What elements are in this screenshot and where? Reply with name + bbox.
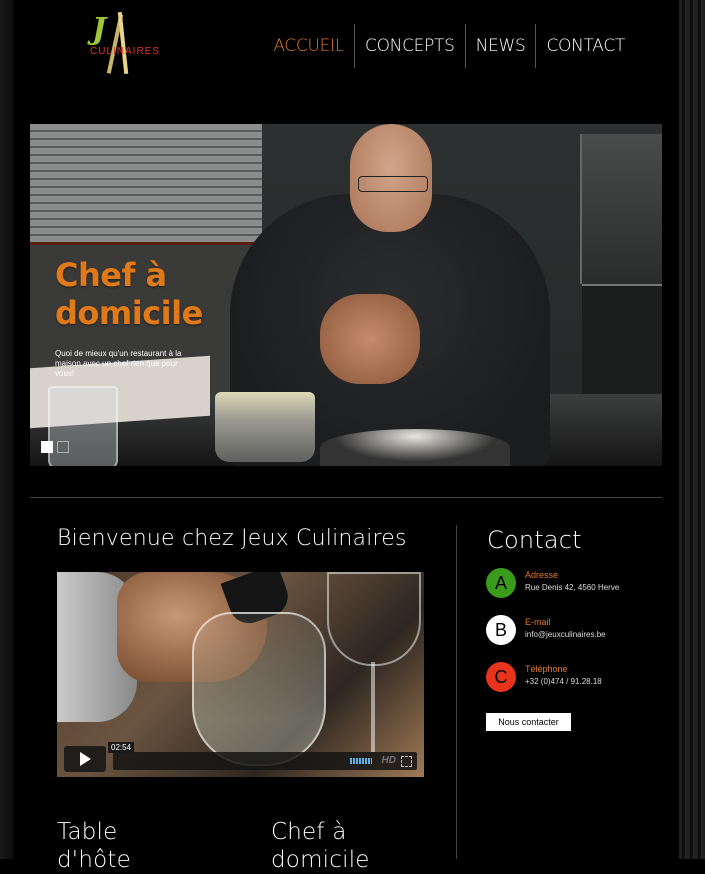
hero-subtitle: Quoi de mieux qu'un restaurant à la mais… <box>55 349 182 378</box>
fullscreen-icon[interactable] <box>401 756 412 767</box>
logo-initial: J <box>92 12 107 47</box>
slider-pagination <box>41 441 69 453</box>
chef-hands <box>320 294 420 384</box>
marker-badge-c: C <box>486 662 516 692</box>
slider-dot-active[interactable] <box>41 441 53 453</box>
welcome-heading: Bienvenue chez Jeux Culinaires <box>57 526 407 551</box>
hero-title-line1: Chef à <box>55 256 167 294</box>
video-time: 02:54 <box>108 742 135 753</box>
contact-label: Téléphone <box>525 664 568 674</box>
chef-glasses <box>358 176 428 192</box>
vertical-divider <box>456 525 457 859</box>
hero-slider[interactable]: Chef à domicile Quoi de mieux qu'un rest… <box>30 124 662 466</box>
hero-title: Chef à domicile <box>55 256 203 332</box>
contact-heading: Contact <box>487 526 582 554</box>
slider-dot[interactable] <box>57 441 69 453</box>
card-title-table-dhote[interactable]: Table d'hôte <box>57 818 131 874</box>
logo-chopstick <box>117 11 129 75</box>
contact-label: Adresse <box>525 570 559 580</box>
play-icon <box>79 752 91 766</box>
glass-jug <box>48 386 118 466</box>
horizontal-divider <box>30 497 662 498</box>
video-frame-wine-glass <box>192 612 326 766</box>
video-frame-wine-glass <box>327 572 421 666</box>
card-title-chef-domicile[interactable]: Chef à domicile <box>271 818 370 874</box>
contact-us-button[interactable]: Nous contacter <box>486 713 571 731</box>
hd-toggle[interactable]: HD <box>382 755 396 766</box>
site-logo[interactable]: J CULINAIRES <box>88 11 161 76</box>
contact-value-email[interactable]: info@jeuxculinaires.be <box>525 630 606 639</box>
left-wood-border <box>0 0 14 859</box>
hero-title-line2: domicile <box>55 294 203 332</box>
logo-text: CULINAIRES <box>90 46 161 57</box>
volume-icon[interactable] <box>350 758 372 764</box>
play-button[interactable] <box>64 746 106 772</box>
window-blinds <box>30 124 262 245</box>
frying-pan <box>320 429 510 466</box>
video-frame-glass-stem <box>371 662 375 752</box>
nav-item-accueil[interactable]: ACCUEIL <box>263 24 354 68</box>
video-player[interactable]: 02:54 HD <box>57 572 424 777</box>
card-title-line: domicile <box>271 847 370 873</box>
right-wood-border <box>679 0 705 859</box>
contact-value: Rue Denis 42, 4560 Herve <box>525 583 620 592</box>
marker-badge-b: B <box>486 615 516 645</box>
marker-badge-a: A <box>486 568 516 598</box>
oven-lower <box>582 284 662 406</box>
nav-item-concepts[interactable]: CONCEPTS <box>354 24 465 68</box>
card-title-line: d'hôte <box>57 847 131 873</box>
contact-label: E-mail <box>525 617 551 627</box>
oven <box>580 134 662 284</box>
contact-value: +32 (0)474 / 91.28.18 <box>525 677 602 686</box>
cooking-pot <box>215 392 315 462</box>
card-title-line: Chef à <box>271 819 347 845</box>
nav-item-news[interactable]: NEWS <box>464 24 536 68</box>
card-title-line: Table <box>57 819 118 845</box>
nav-item-contact[interactable]: CONTACT <box>535 24 635 68</box>
main-nav: ACCUEIL CONCEPTS NEWS CONTACT <box>263 24 635 68</box>
